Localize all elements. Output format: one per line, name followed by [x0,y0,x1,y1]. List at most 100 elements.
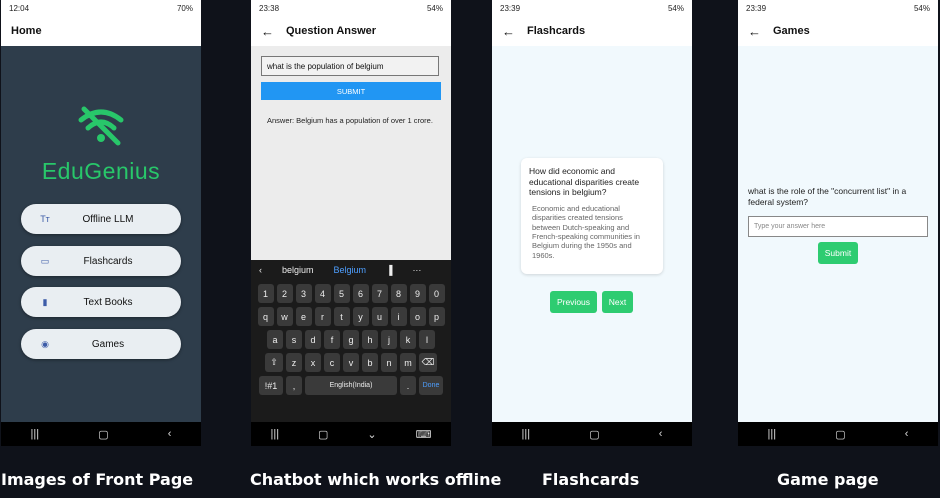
key[interactable]: 1 [257,284,274,303]
games-button[interactable]: ◉ Games [21,329,181,359]
next-button[interactable]: Next [602,291,633,313]
recents-icon[interactable]: ||| [270,428,279,440]
key[interactable]: o [409,307,426,326]
app-bar: ← Games [738,16,938,46]
symbols-key[interactable]: !#1 [259,376,283,395]
key[interactable]: b [362,353,378,372]
key[interactable]: t [333,307,350,326]
shift-key[interactable]: ⇧ [265,353,283,372]
recents-icon[interactable]: ||| [31,428,40,440]
submit-button[interactable]: SUBMIT [261,82,441,100]
status-battery: 54% [667,3,684,13]
home-icon[interactable]: ▢ [318,428,328,441]
games-body: what is the role of the "concurrent list… [738,46,938,422]
key[interactable]: l [419,330,435,349]
key[interactable]: w [276,307,293,326]
key[interactable]: 3 [295,284,312,303]
status-time: 23:38 [259,3,280,13]
flag-icon[interactable]: ▐ [386,265,392,275]
gamepad-icon: ◉ [41,338,49,349]
keyboard-icon[interactable]: ⌨ [416,428,432,441]
key[interactable]: v [343,353,359,372]
backspace-key[interactable]: ⌫ [419,353,437,372]
key[interactable]: y [352,307,369,326]
key[interactable]: 4 [314,284,331,303]
key[interactable]: 8 [390,284,407,303]
key[interactable]: s [286,330,302,349]
key[interactable]: a [267,330,283,349]
book-icon: ▮ [42,296,48,307]
key[interactable]: h [362,330,378,349]
key[interactable]: f [324,330,340,349]
key[interactable]: p [428,307,445,326]
question-input[interactable]: what is the population of belgium [261,56,439,76]
key[interactable]: j [381,330,397,349]
back-icon[interactable]: ‹ [168,428,172,440]
previous-button[interactable]: Previous [550,291,597,313]
game-question: what is the role of the "concurrent list… [748,186,907,207]
nav-bar: ||| ▢ ‹ [738,422,938,446]
key[interactable]: 2 [276,284,293,303]
key[interactable]: 9 [409,284,426,303]
arrow-back-icon[interactable]: ← [502,24,515,39]
key[interactable]: c [324,353,340,372]
flashcard-question: How did economic and educational dispari… [529,166,640,198]
status-battery: 70% [176,3,193,13]
back-icon[interactable]: ‹ [905,428,909,440]
home-icon[interactable]: ▢ [835,428,845,441]
status-bar: 12:04 70% [1,0,201,16]
text-books-button[interactable]: ▮ Text Books [21,287,181,317]
key[interactable]: k [400,330,416,349]
key[interactable]: r [314,307,331,326]
key[interactable]: g [343,330,359,349]
keyboard-hide-icon[interactable]: ⌄ [367,428,376,441]
home-icon[interactable]: ▢ [589,428,599,441]
flashcards-screen: 23:39 54% ← Flashcards How did economic … [492,0,692,446]
done-key[interactable]: Done [419,376,443,395]
key[interactable]: n [381,353,397,372]
status-time: 12:04 [9,3,30,13]
key[interactable]: 5 [333,284,350,303]
space-key[interactable]: English(India) [305,376,397,395]
back-icon[interactable]: ‹ [659,428,663,440]
key[interactable]: m [400,353,416,372]
flashcard[interactable]: How did economic and educational dispari… [521,158,663,274]
chevron-left-icon[interactable]: ‹ [259,265,262,275]
recents-icon[interactable]: ||| [522,428,531,440]
key[interactable]: e [295,307,312,326]
suggestion-item[interactable]: Belgium [334,265,367,275]
caption-front-page: Images of Front Page [1,470,194,489]
arrow-back-icon[interactable]: ← [748,24,761,39]
page-title: Games [773,25,810,37]
key[interactable]: 0 [428,284,445,303]
key[interactable]: i [390,307,407,326]
recents-icon[interactable]: ||| [768,428,777,440]
answer-input[interactable]: Type your answer here [748,216,928,237]
key[interactable]: q [257,307,274,326]
more-icon[interactable]: ··· [412,265,421,275]
status-time: 23:39 [746,3,767,13]
app-logo-text: EduGenius [41,158,161,184]
page-title: Question Answer [286,25,377,37]
app-bar: ← Flashcards [492,16,692,46]
status-bar: 23:39 54% [738,0,938,16]
submit-button[interactable]: Submit [818,242,858,264]
status-time: 23:39 [500,3,521,13]
key[interactable]: z [286,353,302,372]
key[interactable]: 7 [371,284,388,303]
period-key[interactable]: . [400,376,416,395]
key[interactable]: u [371,307,388,326]
key[interactable]: x [305,353,321,372]
comma-key[interactable]: , [286,376,302,395]
app-bar: Home [1,16,201,46]
offline-llm-button[interactable]: Tт Offline LLM [21,204,181,234]
key[interactable]: d [305,330,321,349]
flashcards-button[interactable]: ▭ Flashcards [21,246,181,276]
suggestion-item[interactable]: belgium [282,265,314,275]
page-title: Home [11,25,42,37]
key[interactable]: 6 [352,284,369,303]
home-icon[interactable]: ▢ [98,428,108,441]
caption-flashcards: Flashcards [542,470,640,489]
menu-label: Games [91,338,125,350]
arrow-back-icon[interactable]: ← [261,24,274,39]
